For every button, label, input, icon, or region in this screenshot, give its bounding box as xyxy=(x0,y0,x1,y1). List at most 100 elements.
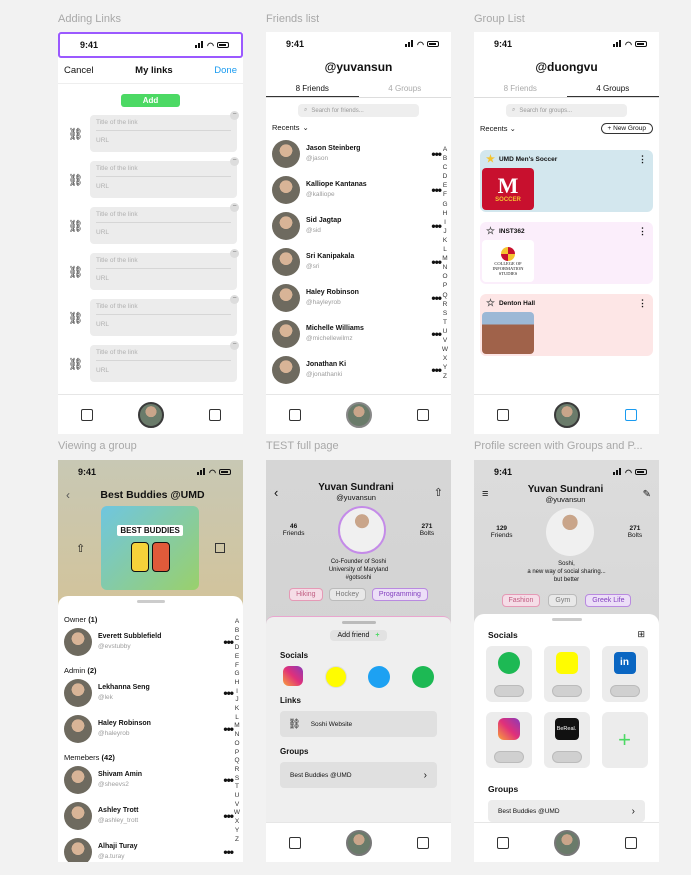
alphabet-letter[interactable]: D xyxy=(233,644,241,653)
star-icon[interactable]: ☆ xyxy=(486,298,495,309)
recents-dropdown[interactable]: Recents ⌄ xyxy=(272,123,451,132)
alphabet-letter[interactable]: J xyxy=(441,227,449,236)
more-options-icon[interactable]: ••• xyxy=(223,686,234,700)
alphabet-letter[interactable]: O xyxy=(233,740,241,749)
alphabet-letter[interactable]: P xyxy=(233,749,241,758)
alphabet-letter[interactable]: E xyxy=(233,653,241,662)
list-item[interactable]: Jason Steinberg @jason ••• xyxy=(266,136,451,172)
alphabet-letter[interactable]: I xyxy=(441,218,449,227)
alphabet-letter[interactable]: V xyxy=(441,336,449,345)
link-url-input[interactable]: URL xyxy=(96,269,231,282)
profile-avatar-tab[interactable] xyxy=(137,401,164,428)
list-item[interactable]: Kalliope Kantanas @kalliope ••• xyxy=(266,172,451,208)
alphabet-letter[interactable]: P xyxy=(441,281,449,290)
list-item[interactable]: Ashley Trott @ashley_trott ••• xyxy=(58,798,243,834)
more-options-icon[interactable]: ••• xyxy=(431,327,442,341)
search-input[interactable]: ⌕ Search for groups... xyxy=(506,104,627,117)
qr-code-icon[interactable] xyxy=(215,543,225,553)
tab-friends[interactable]: 8 Friends xyxy=(266,84,359,97)
alphabet-letter[interactable]: U xyxy=(233,792,241,801)
alphabet-letter[interactable]: Q xyxy=(233,757,241,766)
add-link-button[interactable]: Add xyxy=(120,94,181,107)
more-options-icon[interactable]: ••• xyxy=(223,773,234,787)
link-title-input[interactable]: Title of the link xyxy=(96,303,231,315)
search-input[interactable]: ⌕ Search for friends... xyxy=(298,104,419,117)
alphabet-letter[interactable]: K xyxy=(441,236,449,245)
alphabet-letter[interactable]: L xyxy=(233,714,241,723)
more-options-icon[interactable]: ••• xyxy=(431,183,442,197)
alphabet-letter[interactable]: F xyxy=(441,190,449,199)
edit-socials-icon[interactable]: ⊞ xyxy=(637,629,645,640)
link-title-input[interactable]: Title of the link xyxy=(96,349,231,361)
remove-link-icon[interactable]: − xyxy=(230,111,239,120)
remove-link-icon[interactable]: − xyxy=(230,295,239,304)
qr-code-icon[interactable] xyxy=(80,408,93,421)
profile-avatar-tab[interactable] xyxy=(345,829,372,856)
more-options-icon[interactable]: ••• xyxy=(431,219,442,233)
alphabet-letter[interactable]: J xyxy=(233,696,241,705)
more-options-icon[interactable]: ••• xyxy=(431,291,442,305)
group-card[interactable]: ☆ Denton Hall ⋮ xyxy=(480,294,653,356)
qr-code-icon[interactable] xyxy=(496,836,509,849)
list-item[interactable]: Sid Jagtap @sid ••• xyxy=(266,208,451,244)
group-card[interactable]: ☆ INST362 ⋮ COLLEGE OF INFORMATION STUDIES xyxy=(480,222,653,284)
social-card-linkedin[interactable]: in xyxy=(601,646,648,702)
alphabet-letter[interactable]: E xyxy=(441,181,449,190)
group-item[interactable]: Best Buddies @UMD › xyxy=(488,800,645,822)
alphabet-letter[interactable]: G xyxy=(441,200,449,209)
alphabet-letter[interactable]: S xyxy=(233,775,241,784)
social-card-spotify[interactable] xyxy=(485,646,532,702)
add-social-card[interactable]: + xyxy=(601,712,648,768)
sheet-handle[interactable] xyxy=(341,621,376,624)
instagram-toggle[interactable] xyxy=(493,750,524,763)
star-icon[interactable]: ☆ xyxy=(486,226,495,237)
instagram-icon[interactable] xyxy=(282,666,303,686)
tag-gym[interactable]: Gym xyxy=(548,594,578,607)
sheet-handle[interactable] xyxy=(136,600,165,603)
alphabet-letter[interactable]: O xyxy=(441,272,449,281)
list-item[interactable]: Michelle Williams @michellewilmz ••• xyxy=(266,316,451,352)
done-button[interactable]: Done xyxy=(214,65,237,76)
linkedin-toggle[interactable] xyxy=(609,684,640,697)
profile-avatar-tab[interactable] xyxy=(553,829,580,856)
alphabet-letter[interactable]: N xyxy=(441,263,449,272)
alphabet-letter[interactable]: B xyxy=(441,154,449,163)
tab-groups[interactable]: 4 Groups xyxy=(359,84,452,97)
social-card-snapchat[interactable] xyxy=(543,646,590,702)
list-item[interactable]: Jonathan Ki @jonathanki ••• xyxy=(266,352,451,388)
contacts-icon[interactable] xyxy=(416,408,429,421)
tag-programming[interactable]: Programming xyxy=(371,588,428,601)
share-icon[interactable]: ⇧ xyxy=(76,542,85,555)
alphabet-letter[interactable]: Y xyxy=(441,363,449,372)
qr-code-icon[interactable] xyxy=(288,408,301,421)
more-options-icon[interactable]: ••• xyxy=(431,363,442,377)
add-friend-button[interactable]: Add friend + xyxy=(329,630,388,641)
snapchat-toggle[interactable] xyxy=(551,684,582,697)
alphabet-letter[interactable]: D xyxy=(441,172,449,181)
share-icon[interactable]: ⇧ xyxy=(434,486,443,499)
alphabet-letter[interactable]: N xyxy=(233,731,241,740)
alphabet-index[interactable]: ABCDEFGHIJKLMNOPQRSTUVWXYZ xyxy=(441,145,449,381)
remove-link-icon[interactable]: − xyxy=(230,341,239,350)
more-options-icon[interactable]: ••• xyxy=(223,635,234,649)
group-item[interactable]: Best Buddies @UMD › xyxy=(280,762,437,788)
alphabet-letter[interactable]: Z xyxy=(233,836,241,845)
list-item[interactable]: Haley Robinson @hayleyrob ••• xyxy=(266,280,451,316)
alphabet-letter[interactable]: H xyxy=(441,209,449,218)
alphabet-letter[interactable]: A xyxy=(441,145,449,154)
tag-fashion[interactable]: Fashion xyxy=(501,594,541,607)
star-icon[interactable]: ★ xyxy=(486,154,495,165)
qr-code-icon[interactable] xyxy=(288,836,301,849)
friends-stat[interactable]: 129 Friends xyxy=(491,525,513,539)
list-item[interactable]: Lekhanna Seng @lek ••• xyxy=(58,675,243,711)
tag-hockey[interactable]: Hockey xyxy=(328,588,366,601)
new-group-button[interactable]: + New Group xyxy=(600,123,653,134)
alphabet-letter[interactable]: X xyxy=(441,354,449,363)
more-options-icon[interactable]: ••• xyxy=(223,722,234,736)
list-item[interactable]: Everett Subblefield @evstubby ••• xyxy=(58,624,243,660)
twitter-icon[interactable] xyxy=(368,666,391,688)
friends-stat[interactable]: 46 Friends xyxy=(283,523,305,537)
alphabet-letter[interactable]: K xyxy=(233,705,241,714)
more-options-icon[interactable]: ⋮ xyxy=(638,154,647,165)
edit-profile-icon[interactable]: ✎ xyxy=(643,489,651,500)
